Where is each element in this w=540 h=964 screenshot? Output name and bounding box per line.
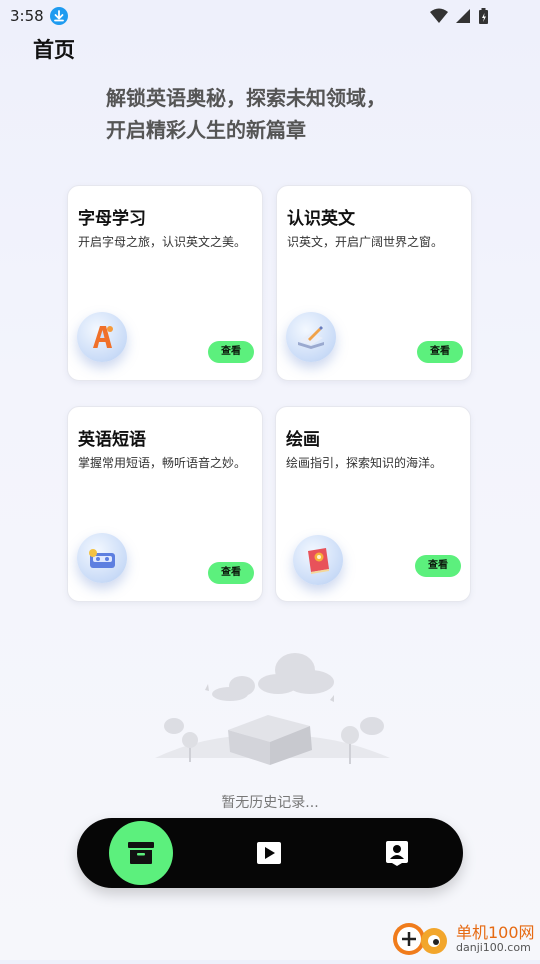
download-icon: [50, 7, 68, 25]
status-bar: 3:58: [0, 0, 540, 32]
card-english-phrases[interactable]: 英语短语 掌握常用短语，畅听语音之妙。 查看: [67, 406, 263, 602]
card-title: 字母学习: [78, 209, 146, 229]
card-title: 英语短语: [78, 430, 146, 450]
page-title: 首页: [33, 38, 75, 62]
card-description: 掌握常用短语，畅听语音之妙。: [78, 456, 247, 470]
card-letter-learning[interactable]: 字母学习 开启字母之旅，认识英文之美。 查看: [67, 185, 263, 381]
nav-item-home[interactable]: [77, 818, 173, 888]
book-pen-icon: [286, 312, 336, 362]
hero-line-2: 开启精彩人生的新篇章: [106, 118, 306, 142]
view-button[interactable]: 查看: [208, 341, 254, 363]
hero-line-1: 解锁英语奥秘，探索未知领域，: [106, 86, 386, 110]
card-recognize-english[interactable]: 认识英文 识英文，开启广阔世界之窗。 查看: [276, 185, 472, 381]
status-time: 3:58: [10, 7, 44, 25]
view-button[interactable]: 查看: [415, 555, 461, 577]
contact-card-icon: [386, 841, 408, 866]
paint-book-icon: [293, 535, 343, 585]
empty-history-text: 暂无历史记录...: [221, 795, 319, 811]
card-drawing[interactable]: 绘画 绘画指引，探索知识的海洋。 查看: [275, 406, 471, 602]
watermark: 单机100网 danji100.com: [390, 917, 540, 960]
wifi-icon: [430, 8, 448, 23]
play-icon: [257, 842, 281, 864]
watermark-url: danji100.com: [456, 941, 531, 954]
letter-a-icon: [77, 312, 127, 362]
status-icons: [430, 7, 510, 25]
bottom-nav: [77, 818, 463, 888]
card-description: 绘画指引，探索知识的海洋。: [286, 456, 443, 470]
hero-slogan: 解锁英语奥秘，探索未知领域， 开启精彩人生的新篇章: [106, 82, 466, 146]
nav-item-video[interactable]: [234, 818, 304, 888]
watermark-logo-icon: [393, 923, 447, 955]
cassette-icon: [77, 533, 127, 583]
view-button[interactable]: 查看: [208, 562, 254, 584]
empty-box-illustration: [150, 640, 395, 774]
battery-icon: [479, 8, 488, 24]
signal-icon: [456, 9, 470, 23]
nav-item-profile[interactable]: [362, 818, 432, 888]
card-description: 识英文，开启广阔世界之窗。: [287, 235, 444, 249]
archive-box-icon: [128, 842, 154, 864]
card-title: 认识英文: [287, 209, 355, 229]
card-description: 开启字母之旅，认识英文之美。: [78, 235, 247, 249]
view-button[interactable]: 查看: [417, 341, 463, 363]
card-title: 绘画: [286, 430, 320, 450]
watermark-brand: 单机100网: [456, 923, 535, 942]
